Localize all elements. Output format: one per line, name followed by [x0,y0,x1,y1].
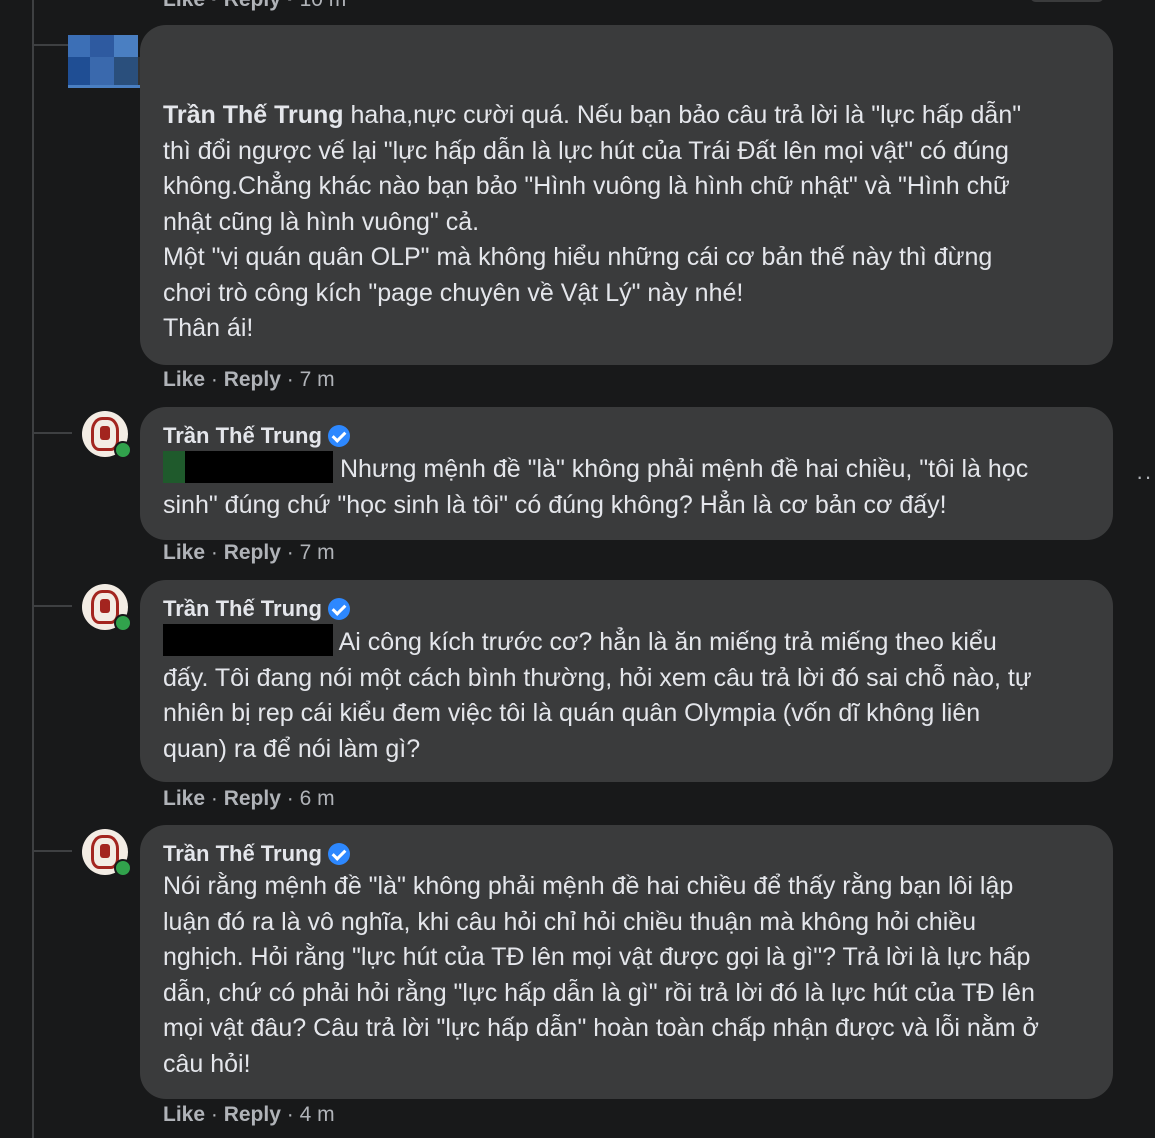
comment-text: Nhưng mệnh đề "là" không phải mệnh đề ha… [163,451,1089,523]
comment-time[interactable]: 4 m [300,1103,335,1126]
comment-time[interactable]: 6 m [300,787,335,810]
comment-thread: Like · Reply · 10 m Trần Thế Trung haha,… [0,0,1155,1138]
online-status-icon [114,614,132,632]
verified-badge-icon [327,425,350,447]
author-name-row: Trần Thế Trung [163,839,350,869]
like-button[interactable]: Like [163,1103,205,1126]
comment-actions: Like · Reply · 4 m [163,1103,335,1126]
reply-button[interactable]: Reply [224,541,281,564]
mention-link[interactable]: Trần Thế Trung [163,101,344,129]
thread-branch [32,605,72,607]
reaction-bar [1030,0,1104,2]
previous-comment-actions: Like · Reply · 10 m [163,0,346,12]
comment-text: Trần Thế Trung haha,nực cười quá. Nếu bạ… [163,101,1022,342]
online-status-icon [114,859,132,877]
verified-badge-icon [327,598,350,620]
thread-branch [32,44,72,46]
comment-1: Trần Thế Trung haha,nực cười quá. Nếu bạ… [140,25,1113,365]
comment-actions: Like · Reply · 7 m [163,368,335,391]
comment-text: Ai công kích trước cơ? hẳn là ăn miếng t… [163,624,1089,767]
like-button[interactable]: Like [163,541,205,564]
thread-connector [32,0,34,1138]
comment-actions: Like · Reply · 6 m [163,787,335,810]
like-button[interactable]: Like [163,368,205,391]
reply-button[interactable]: Reply [224,368,281,391]
author-name-row: Trần Thế Trung [163,421,350,451]
author-name[interactable]: Trần Thế Trung [163,594,322,624]
thread-branch [32,432,72,434]
reply-button[interactable]: Reply [224,0,281,11]
like-button[interactable]: Like [163,0,205,11]
author-name-row: Trần Thế Trung [163,594,350,624]
verified-badge-icon [327,843,350,865]
reply-button[interactable]: Reply [224,787,281,810]
comment-actions: Like · Reply · 7 m [163,541,335,564]
online-status-icon [114,441,132,459]
comment-bubble: Trần Thế Trung haha,nực cười quá. Nếu bạ… [140,25,1113,365]
redacted-mention [163,624,333,656]
comment-time[interactable]: 7 m [300,368,335,391]
comment-bubble: Trần Thế Trung Ai công kích trước cơ? hẳ… [140,580,1113,782]
more-options-icon[interactable]: ·· [1136,464,1153,490]
comment-4: Trần Thế Trung Nói rằng mệnh đề "là" khô… [140,825,1113,1099]
comment-text: Nói rằng mệnh đề "là" không phải mệnh đề… [163,872,1039,1078]
like-button[interactable]: Like [163,787,205,810]
comment-bubble: Trần Thế Trung Nhưng mệnh đề "là" không … [140,407,1113,540]
author-name[interactable]: Trần Thế Trung [163,839,322,869]
comment-2: Trần Thế Trung Nhưng mệnh đề "là" không … [140,407,1113,540]
redacted-mention [163,451,333,483]
reply-button[interactable]: Reply [224,1103,281,1126]
comment-3: Trần Thế Trung Ai công kích trước cơ? hẳ… [140,580,1113,782]
comment-time[interactable]: 10 m [300,0,347,11]
comment-bubble: Trần Thế Trung Nói rằng mệnh đề "là" khô… [140,825,1113,1099]
comment-time[interactable]: 7 m [300,541,335,564]
author-name[interactable]: Trần Thế Trung [163,421,322,451]
thread-branch [32,850,72,852]
